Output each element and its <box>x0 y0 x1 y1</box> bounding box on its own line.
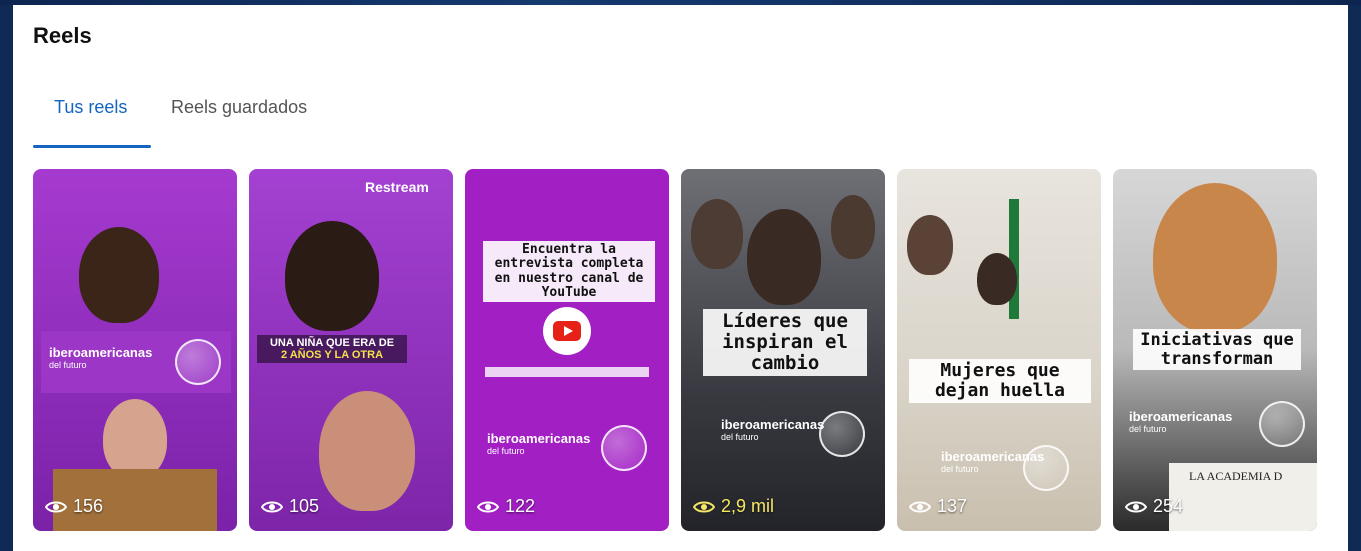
reel-caption-strip <box>485 367 649 377</box>
tab-tus-reels[interactable]: Tus reels <box>54 97 127 118</box>
globe-logo-icon <box>1023 445 1069 491</box>
section-title: Reels <box>33 23 92 48</box>
reel-caption: Mujeres que dejan huella <box>909 359 1091 403</box>
eye-icon <box>477 501 499 512</box>
certificate-text: LA ACADEMIA D <box>1189 469 1283 483</box>
reel-thumbnail-person <box>79 227 159 323</box>
brand-sub: del futuro <box>487 446 525 456</box>
eye-icon <box>1125 501 1147 512</box>
view-count: 2,9 mil <box>693 496 774 517</box>
view-count-value: 156 <box>73 496 104 516</box>
view-count: 156 <box>45 496 103 517</box>
reel-thumbnail-person <box>831 195 875 259</box>
brand-sub: del futuro <box>49 360 87 370</box>
certificate-thumbnail: LA ACADEMIA D <box>1169 463 1317 531</box>
reel-brand-banner: iberoamericanas del futuro <box>41 331 231 393</box>
reel-card-3[interactable]: Encuentra la entrevista completa en nues… <box>465 169 669 531</box>
reel-brand-label: iberoamericanas del futuro <box>487 431 590 456</box>
reel-thumbnail-person <box>691 199 743 269</box>
reel-thumbnail-person <box>977 253 1017 305</box>
reel-caption: UNA NIÑA QUE ERA DE 2 AÑOS Y LA OTRA <box>257 335 407 363</box>
eye-icon <box>261 501 283 512</box>
brand-name: iberoamericanas <box>721 417 825 432</box>
view-count-value: 254 <box>1153 496 1184 516</box>
reel-thumbnail-person <box>1153 183 1277 333</box>
view-count: 254 <box>1125 496 1183 517</box>
brand-name: iberoamericanas <box>49 345 153 360</box>
reel-card-5[interactable]: Mujeres que dejan huella iberoamericanas… <box>897 169 1101 531</box>
brand-name: iberoamericanas <box>487 431 591 446</box>
reel-thumbnail-person <box>319 391 415 511</box>
reel-thumbnail-person <box>285 221 379 331</box>
globe-logo-icon <box>1259 401 1305 447</box>
reel-brand-label: iberoamericanas del futuro <box>721 417 824 442</box>
reel-caption: Encuentra la entrevista completa en nues… <box>483 241 655 303</box>
tab-reels-guardados[interactable]: Reels guardados <box>171 97 307 118</box>
reel-thumbnail-person <box>103 399 167 479</box>
view-count-value: 137 <box>937 496 968 516</box>
view-count-value: 2,9 mil <box>721 496 775 516</box>
reel-card-6[interactable]: Iniciativas que transforman iberoamerica… <box>1113 169 1317 531</box>
view-count-value: 105 <box>289 496 320 516</box>
view-count: 105 <box>261 496 319 517</box>
active-tab-indicator <box>33 145 151 148</box>
reel-card-4[interactable]: Líderes que inspiran el cambio iberoamer… <box>681 169 885 531</box>
caption-line: UNA NIÑA QUE ERA DE <box>269 337 395 349</box>
globe-logo-icon <box>819 411 865 457</box>
reel-card-1[interactable]: iberoamericanas del futuro 156 <box>33 169 237 531</box>
eye-icon <box>45 501 67 512</box>
eye-icon <box>909 501 931 512</box>
view-count: 122 <box>477 496 535 517</box>
globe-logo-icon <box>601 425 647 471</box>
reel-thumbnail-person <box>907 215 953 275</box>
reel-brand-label: iberoamericanas del futuro <box>49 345 152 370</box>
reel-card-2[interactable]: Restream UNA NIÑA QUE ERA DE 2 AÑOS Y LA… <box>249 169 453 531</box>
reel-caption: Iniciativas que transforman <box>1133 329 1301 371</box>
brand-name: iberoamericanas <box>1129 409 1233 424</box>
brand-sub: del futuro <box>721 432 759 442</box>
reel-brand-label: iberoamericanas del futuro <box>1129 409 1232 434</box>
youtube-icon <box>543 307 591 355</box>
reel-thumbnail-person <box>747 209 821 305</box>
restream-label: Restream <box>365 179 429 195</box>
brand-sub: del futuro <box>1129 424 1167 434</box>
reels-panel: Reels Tus reels Reels guardados iberoame… <box>13 5 1348 551</box>
reel-caption: Líderes que inspiran el cambio <box>703 309 867 376</box>
view-count-value: 122 <box>505 496 536 516</box>
globe-logo-icon <box>175 339 221 385</box>
eye-icon <box>693 501 715 512</box>
view-count: 137 <box>909 496 967 517</box>
caption-line: 2 AÑOS Y LA OTRA <box>280 349 384 361</box>
